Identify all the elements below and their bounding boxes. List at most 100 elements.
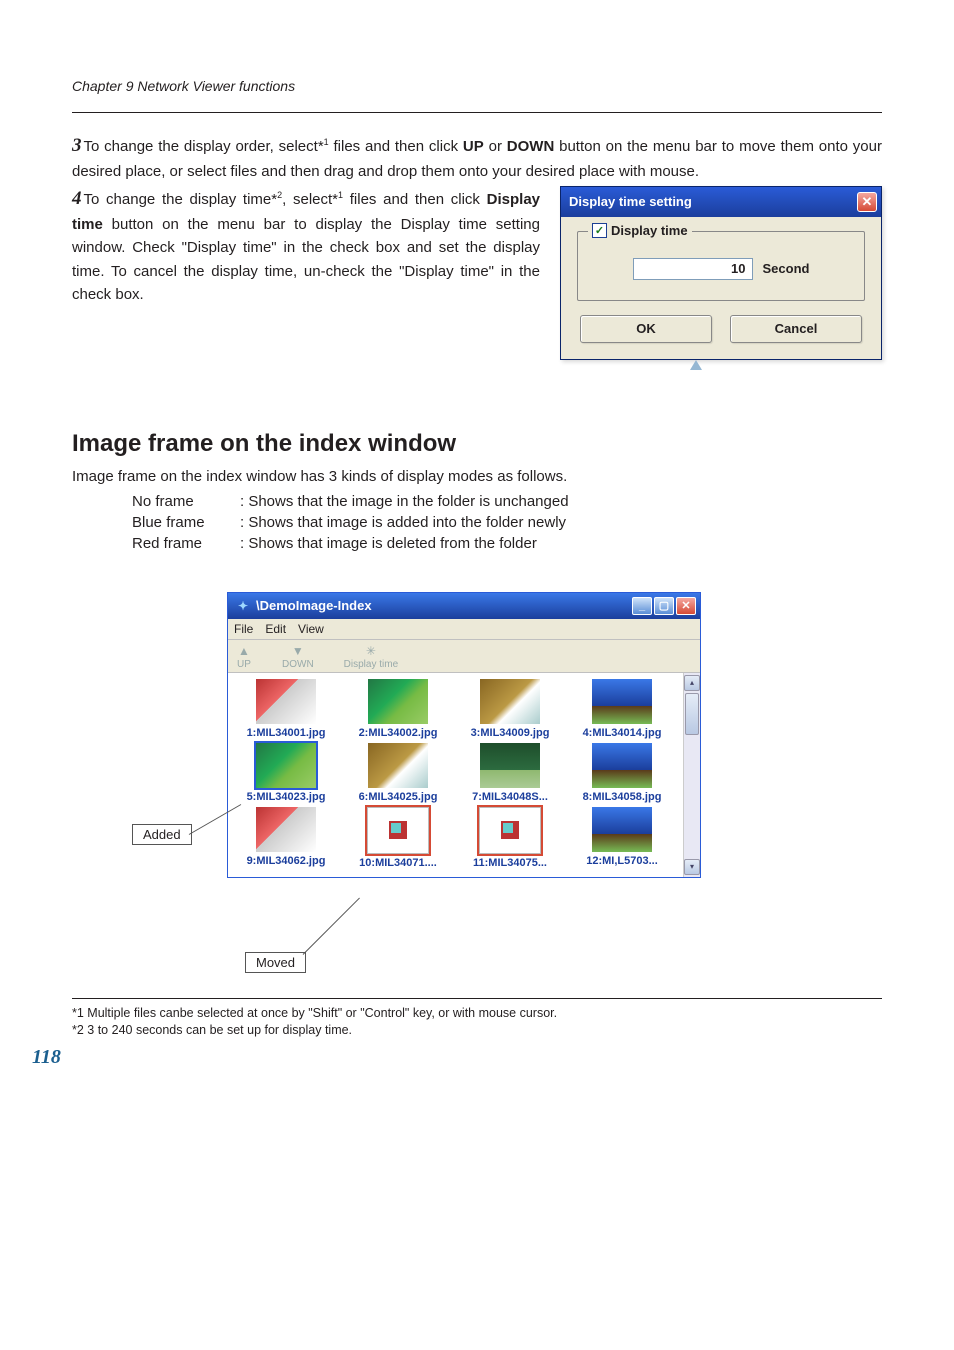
frame-mode-row: Blue frame : Shows that image is added i… (132, 514, 882, 531)
arrow-up-icon: ▲ (236, 644, 252, 658)
display-time-groupbox: ✓ Display time 10 Second (577, 231, 865, 301)
index-titlebar: ✦ \DemoImage-Index _ ▢ ✕ (228, 593, 700, 619)
display-time-dialog: Display time setting ✕ ✓ Display time 10… (560, 186, 882, 360)
page-number: 118 (32, 1046, 882, 1069)
scrollbar-thumb[interactable] (685, 693, 699, 735)
thumb-label: 8:MIL34058.jpg (583, 791, 662, 803)
frame-mode-row: No frame : Shows that the image in the f… (132, 493, 882, 510)
display-time-unit: Second (763, 261, 810, 276)
thumb-cell[interactable]: 9:MIL34062.jpg (232, 807, 340, 869)
step4-text-d: button on the menu bar to display the Di… (72, 216, 540, 303)
dialog-titlebar: Display time setting ✕ (561, 187, 881, 217)
thumb-cell[interactable]: 3:MIL34009.jpg (456, 679, 564, 739)
step3-down: DOWN (507, 138, 555, 155)
rule-bottom (72, 998, 882, 999)
frame-mode-list: No frame : Shows that the image in the f… (132, 493, 882, 552)
thumbnail-image (592, 807, 652, 852)
broken-image-icon (500, 820, 520, 840)
thumb-cell[interactable]: 5:MIL34023.jpg (232, 743, 340, 803)
ok-button[interactable]: OK (580, 315, 712, 343)
minimize-icon[interactable]: _ (632, 597, 652, 615)
frame-mode-label: No frame (132, 493, 240, 510)
thumb-label: 2:MIL34002.jpg (359, 727, 438, 739)
frame-mode-label: Blue frame (132, 514, 240, 531)
section-intro: Image frame on the index window has 3 ki… (72, 468, 882, 485)
thumbnail-image (368, 679, 428, 724)
callout-moved-line (303, 897, 360, 954)
scroll-down-icon[interactable]: ▾ (684, 859, 700, 875)
step-3: 3To change the display order, select*1 f… (72, 131, 882, 184)
thumb-cell[interactable]: 8:MIL34058.jpg (568, 743, 676, 803)
thumb-cell[interactable]: 7:MIL34048S... (456, 743, 564, 803)
callout-added: Added (132, 824, 192, 845)
thumbnail-image (592, 743, 652, 788)
thumbnail-image (368, 743, 428, 788)
frame-mode-row: Red frame : Shows that image is deleted … (132, 535, 882, 552)
thumb-label: 12:MI,L5703... (586, 855, 658, 867)
scroll-up-icon[interactable]: ▴ (684, 675, 700, 691)
sun-icon: ✳ (363, 644, 379, 658)
step4-text-a: To change the display time* (84, 191, 278, 208)
frame-mode-desc: : Shows that image is added into the fol… (240, 514, 882, 531)
step-4: 4To change the display time*2, select*1 … (72, 184, 540, 306)
thumb-label: 10:MIL34071.... (359, 857, 437, 869)
close-icon[interactable]: ✕ (676, 597, 696, 615)
thumb-cell[interactable]: 4:MIL34014.jpg (568, 679, 676, 739)
step-3-number: 3 (72, 135, 82, 156)
toolbar-dt-label: Display time (344, 659, 398, 670)
thumbnail-image (256, 743, 316, 788)
thumb-label: 3:MIL34009.jpg (471, 727, 550, 739)
dialog-callout-arrow (560, 360, 882, 370)
thumbnail-grid: 1:MIL34001.jpg 2:MIL34002.jpg 3:MIL34009… (228, 673, 683, 877)
menu-view[interactable]: View (298, 622, 324, 636)
thumb-label: 7:MIL34048S... (472, 791, 548, 803)
thumb-label: 1:MIL34001.jpg (247, 727, 326, 739)
thumbnail-image (256, 807, 316, 852)
step3-up: UP (463, 138, 484, 155)
thumbnail-image (480, 743, 540, 788)
thumb-label: 6:MIL34025.jpg (359, 791, 438, 803)
scrollbar[interactable]: ▴ ▾ (683, 673, 700, 877)
thumb-cell[interactable]: 12:MI,L5703... (568, 807, 676, 869)
arrow-down-icon: ▼ (290, 644, 306, 658)
thumb-cell[interactable]: 1:MIL34001.jpg (232, 679, 340, 739)
dialog-title: Display time setting (569, 194, 692, 209)
callout-moved: Moved (245, 952, 306, 973)
frame-mode-desc: : Shows that image is deleted from the f… (240, 535, 882, 552)
thumbnail-image (256, 679, 316, 724)
display-time-input[interactable]: 10 (633, 258, 753, 280)
footnote-1: *1 Multiple files canbe selected at once… (72, 1005, 882, 1023)
maximize-icon[interactable]: ▢ (654, 597, 674, 615)
close-icon[interactable]: ✕ (857, 192, 877, 212)
thumbnail-image (367, 807, 429, 854)
thumb-cell[interactable]: 11:MIL34075... (456, 807, 564, 869)
thumb-label: 11:MIL34075... (473, 857, 547, 869)
step-4-number: 4 (72, 188, 82, 209)
thumb-cell[interactable]: 6:MIL34025.jpg (344, 743, 452, 803)
rule-top (72, 112, 882, 113)
thumbnail-image (480, 679, 540, 724)
step4-text-b: , select* (282, 191, 338, 208)
thumb-cell[interactable]: 10:MIL34071.... (344, 807, 452, 869)
thumb-label: 4:MIL34014.jpg (583, 727, 662, 739)
thumb-cell[interactable]: 2:MIL34002.jpg (344, 679, 452, 739)
toolbar-up-label: UP (237, 659, 251, 670)
index-title: \DemoImage-Index (256, 598, 372, 613)
thumb-label: 5:MIL34023.jpg (247, 791, 326, 803)
toolbar-display-time[interactable]: ✳ Display time (344, 644, 398, 670)
toolbar-down-label: DOWN (282, 659, 314, 670)
display-time-checkbox[interactable]: ✓ (592, 223, 607, 238)
menu-edit[interactable]: Edit (265, 622, 286, 636)
frame-mode-label: Red frame (132, 535, 240, 552)
display-time-checkbox-label: Display time (611, 223, 688, 238)
step4-text-c: files and then click (343, 191, 487, 208)
index-window: ✦ \DemoImage-Index _ ▢ ✕ File Edit View … (227, 592, 701, 878)
index-toolbar: ▲ UP ▼ DOWN ✳ Display time (228, 640, 700, 673)
step3-text-b: files and then click (329, 138, 463, 155)
cancel-button[interactable]: Cancel (730, 315, 862, 343)
thumbnail-image (592, 679, 652, 724)
toolbar-down[interactable]: ▼ DOWN (282, 644, 314, 670)
menu-file[interactable]: File (234, 622, 253, 636)
toolbar-up[interactable]: ▲ UP (236, 644, 252, 670)
thumb-label: 9:MIL34062.jpg (247, 855, 326, 867)
